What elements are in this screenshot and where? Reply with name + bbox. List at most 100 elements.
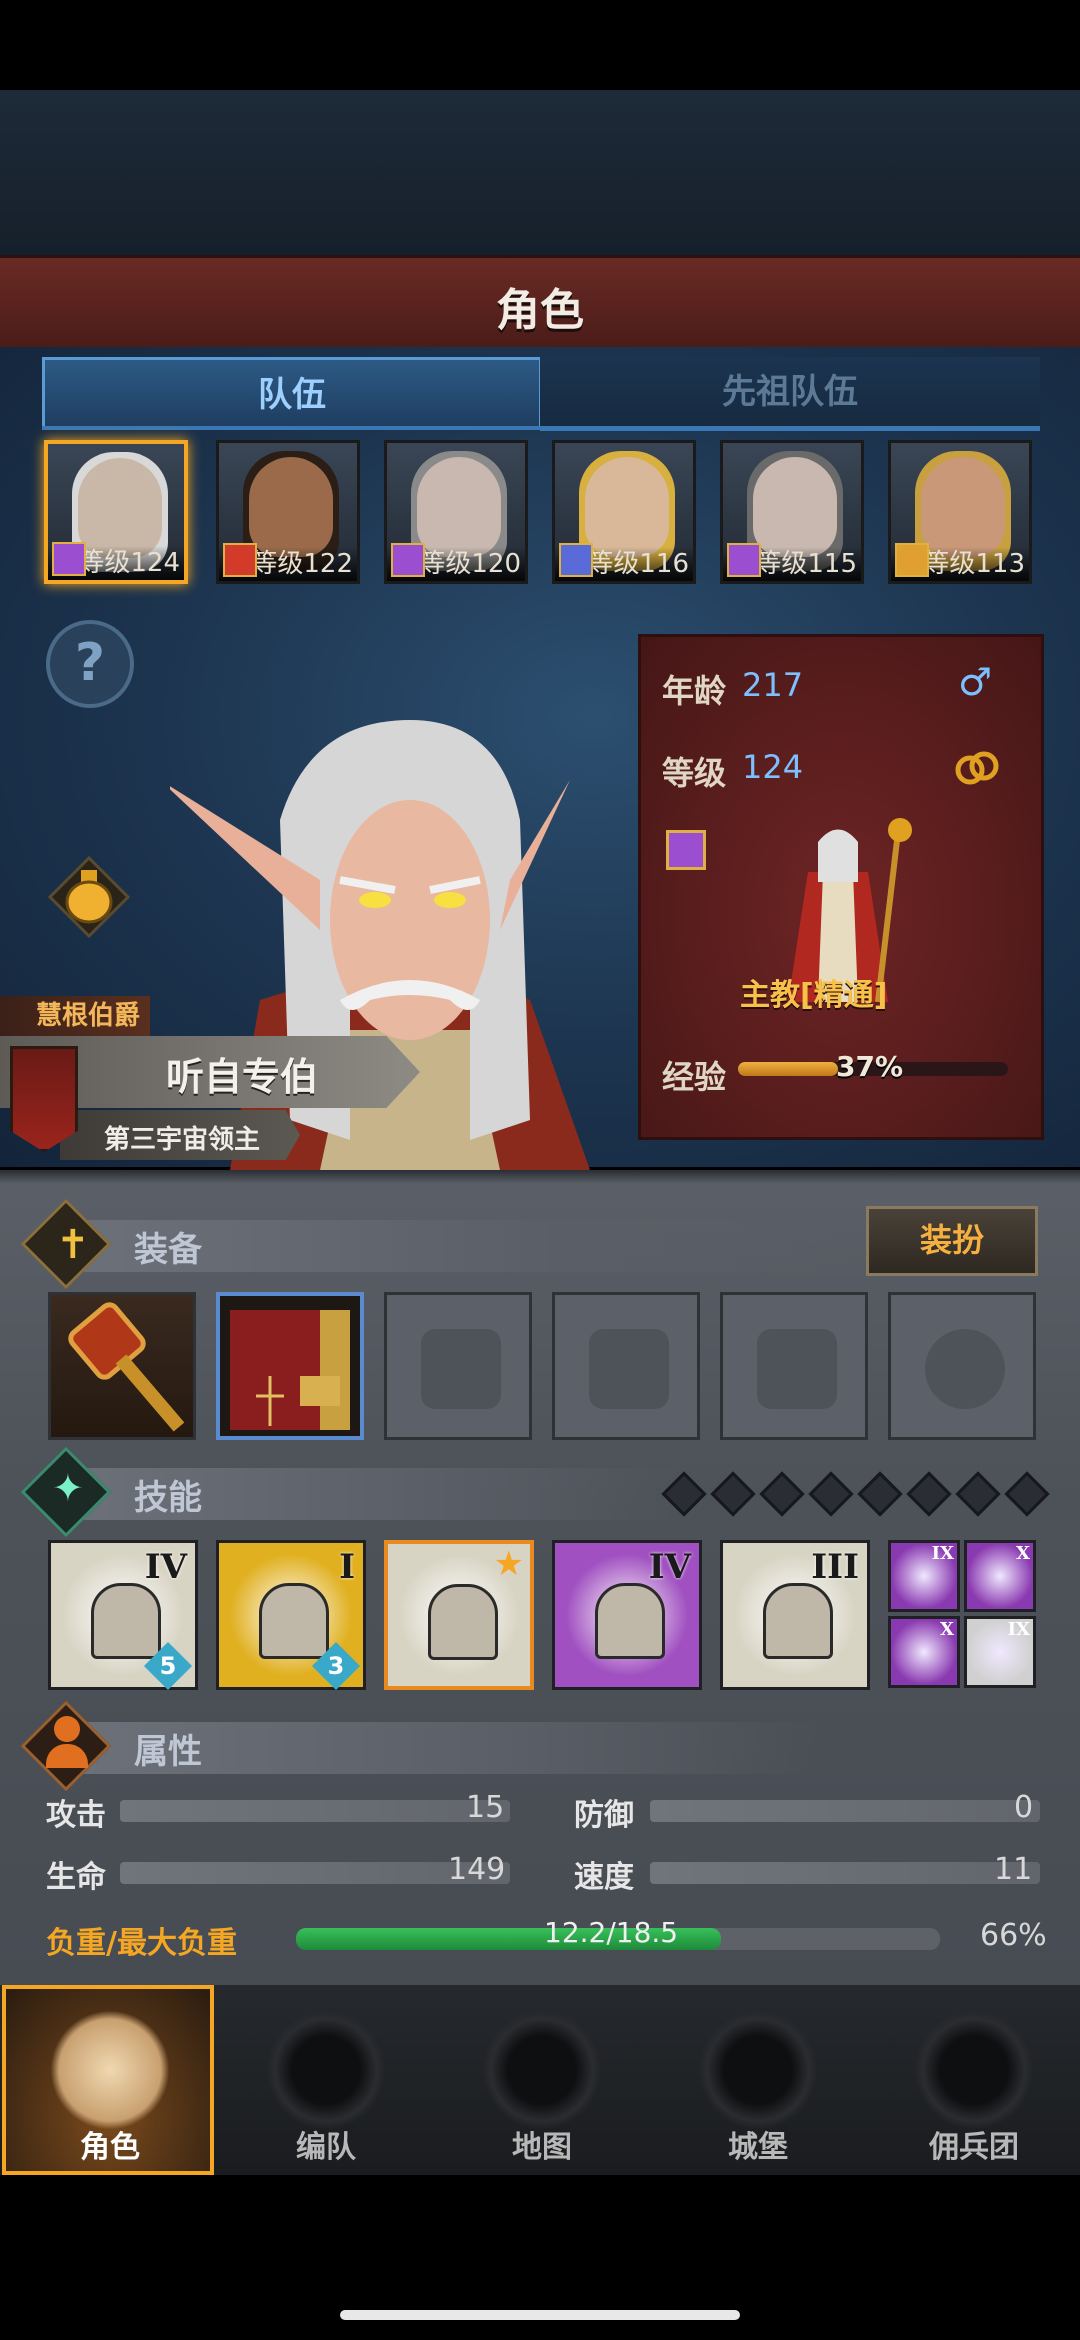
portrait-face xyxy=(753,457,837,557)
subtitle-plate: 第三宇宙领主 xyxy=(60,1110,300,1160)
load-percent: 66% xyxy=(980,1918,1047,1953)
party-member-5[interactable]: 等级115 xyxy=(720,440,864,584)
potion-icon[interactable] xyxy=(48,856,130,938)
party-member-3[interactable]: 等级120 xyxy=(384,440,528,584)
equip-slot-offhand[interactable] xyxy=(216,1292,364,1440)
nav-formation[interactable]: 编队 xyxy=(220,1990,432,2172)
level-value: 124 xyxy=(742,748,804,786)
question-icon: ? xyxy=(74,633,106,693)
skill-level-badge: 5 xyxy=(143,1641,193,1691)
star-icon: ★ xyxy=(493,1544,524,1584)
skill-slot-5[interactable]: III xyxy=(720,1540,870,1690)
nav-castle[interactable]: 城堡 xyxy=(652,1990,864,2172)
panel-edge xyxy=(0,1170,1080,1184)
nav-label: 城堡 xyxy=(728,2130,788,2165)
equip-slot-weapon[interactable] xyxy=(48,1292,196,1440)
passive-skill-rank: X xyxy=(940,1619,954,1640)
skill-rank: III xyxy=(811,1547,859,1587)
compass-icon xyxy=(482,2010,602,2130)
character-subtitle: 第三宇宙领主 xyxy=(104,1125,261,1155)
class-badge-icon xyxy=(666,830,706,870)
status-bar-area xyxy=(0,0,1080,90)
age-label: 年龄 xyxy=(662,672,727,710)
job-title: 主教[精通] xyxy=(740,978,888,1013)
passive-skill-2[interactable]: X xyxy=(964,1540,1036,1612)
skill-slot-4[interactable]: IV xyxy=(552,1540,702,1690)
class-icon xyxy=(727,543,761,577)
hp-value: 149 xyxy=(448,1852,506,1887)
exp-bar-fill xyxy=(738,1062,838,1076)
skill-icon xyxy=(259,1583,329,1659)
character-name: 听自专伯 xyxy=(166,1055,319,1099)
skill-icon xyxy=(91,1583,161,1659)
attributes-title: 属性 xyxy=(134,1732,202,1772)
defense-bar xyxy=(650,1800,1040,1822)
equip-slot-armor[interactable] xyxy=(552,1292,700,1440)
dress-up-button[interactable]: 装扮 xyxy=(866,1206,1038,1276)
party-member-4[interactable]: 等级116 xyxy=(552,440,696,584)
page-title: 角色 xyxy=(496,285,584,336)
skill-slot-1[interactable]: IV 5 xyxy=(48,1540,198,1691)
attack-value: 15 xyxy=(466,1790,505,1825)
skill-slot-2[interactable]: I3 xyxy=(216,1540,366,1691)
helmet-icon xyxy=(421,1329,501,1409)
party-member-1[interactable]: 等级124 xyxy=(44,440,188,584)
tab-ancestor-team[interactable]: 先祖队伍 xyxy=(540,357,1040,431)
skill-slot-3[interactable]: ★ xyxy=(384,1540,534,1690)
party-member-6[interactable]: 等级113 xyxy=(888,440,1032,584)
helmet-nav-icon xyxy=(266,2010,386,2130)
castle-icon xyxy=(698,2010,818,2130)
class-icon xyxy=(391,543,425,577)
armor-icon xyxy=(589,1329,669,1409)
passive-skill-3[interactable]: X xyxy=(888,1616,960,1688)
star-burst-icon: ✦ xyxy=(52,1466,84,1510)
mace-icon xyxy=(68,1302,185,1432)
tab-team[interactable]: 队伍 xyxy=(42,357,542,430)
hp-label: 生命 xyxy=(46,1860,106,1895)
skill-icon xyxy=(595,1583,665,1659)
nav-label: 编队 xyxy=(296,2130,356,2165)
defense-value: 0 xyxy=(1014,1790,1034,1825)
nav-character[interactable]: 角色 xyxy=(4,1990,216,2172)
speed-value: 11 xyxy=(994,1852,1033,1887)
load-label: 负重/最大负重 xyxy=(46,1926,237,1961)
tome-icon xyxy=(230,1310,350,1430)
knight-icon xyxy=(50,2010,170,2130)
exp-label: 经验 xyxy=(662,1058,727,1096)
equip-slot-ring[interactable] xyxy=(888,1292,1036,1440)
nav-label: 地图 xyxy=(512,2130,572,2165)
portrait-face xyxy=(921,457,1005,557)
top-band xyxy=(0,90,1080,255)
load-value: 12.2/18.5 xyxy=(544,1916,679,1949)
portrait-face xyxy=(249,457,333,557)
passive-skill-4[interactable]: IX xyxy=(964,1616,1036,1688)
noble-title: 慧根伯爵 xyxy=(0,996,150,1036)
ring-icon xyxy=(955,751,999,785)
passive-skill-1[interactable]: IX xyxy=(888,1540,960,1612)
nav-mercenary[interactable]: 佣兵团 xyxy=(868,1990,1080,2172)
class-icon xyxy=(559,543,593,577)
home-indicator[interactable] xyxy=(340,2310,740,2320)
equip-slot-helmet[interactable] xyxy=(384,1292,532,1440)
skill-level-text: 5 xyxy=(159,1652,177,1680)
ring-slot-icon xyxy=(925,1329,1005,1409)
nav-map[interactable]: 地图 xyxy=(436,1990,648,2172)
class-icon xyxy=(52,542,86,576)
person-head-icon xyxy=(54,1716,80,1742)
skill-rank: IV xyxy=(144,1547,187,1587)
nav-label: 佣兵团 xyxy=(929,2130,1019,2165)
help-button[interactable]: ? xyxy=(46,620,134,708)
attack-bar xyxy=(120,1800,510,1822)
skill-rank: IV xyxy=(648,1547,691,1587)
passive-skill-rank: X xyxy=(1016,1543,1030,1564)
level-label: 等级 xyxy=(662,754,727,792)
skill-rank: I xyxy=(339,1547,355,1587)
class-icon xyxy=(223,543,257,577)
party-member-2[interactable]: 等级122 xyxy=(216,440,360,584)
skill-level-text: 3 xyxy=(327,1652,345,1680)
equip-slot-boots[interactable] xyxy=(720,1292,868,1440)
speed-label: 速度 xyxy=(574,1860,634,1895)
speed-bar xyxy=(650,1862,1040,1884)
skill-icon xyxy=(428,1584,498,1660)
nav-label: 角色 xyxy=(80,2130,140,2165)
